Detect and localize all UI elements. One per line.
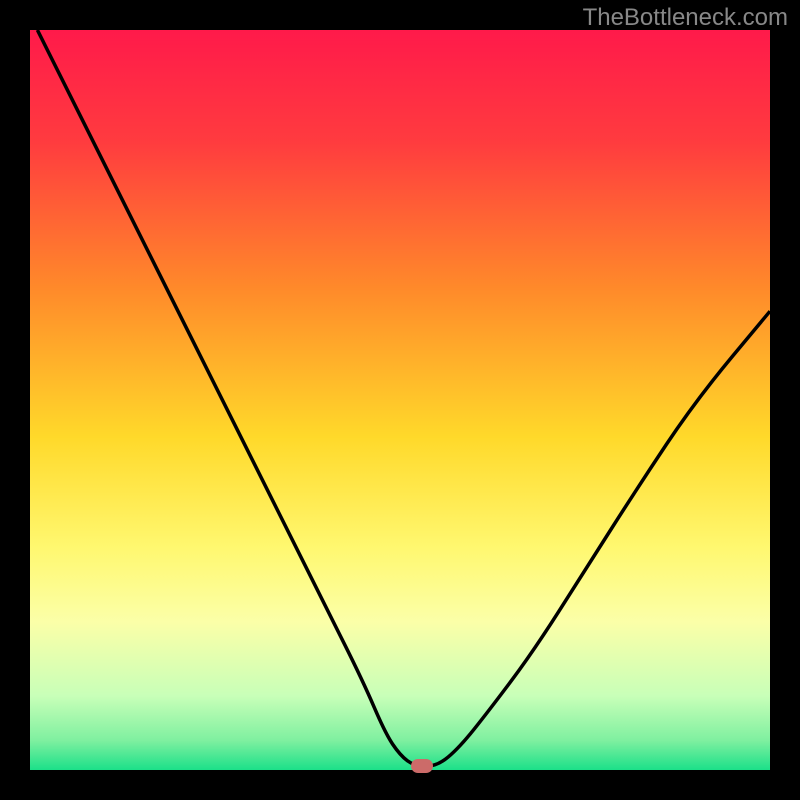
watermark-text: TheBottleneck.com	[583, 4, 788, 32]
plot-area	[30, 30, 770, 770]
optimal-point-marker	[411, 759, 433, 773]
gradient-background	[30, 30, 770, 770]
chart-container: TheBottleneck.com	[0, 0, 800, 800]
chart-svg	[30, 30, 770, 770]
